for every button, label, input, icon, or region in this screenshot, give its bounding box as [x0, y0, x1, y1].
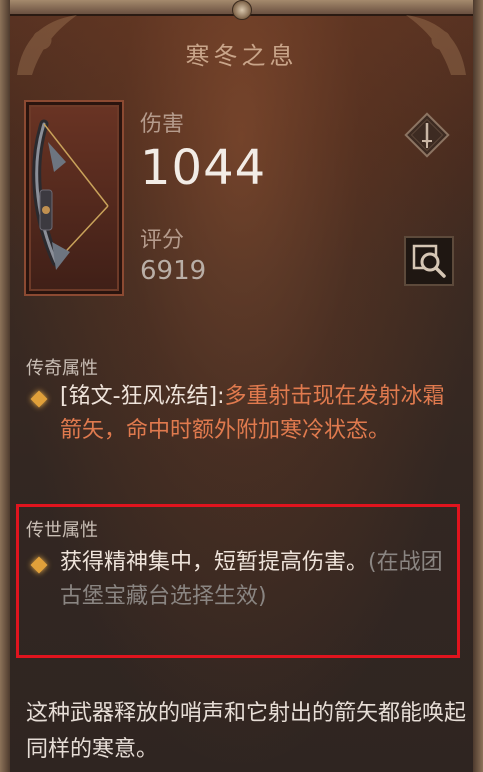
score-label: 评分	[140, 228, 185, 253]
legendary-header: 传奇属性	[26, 358, 98, 379]
heirloom-effect: 获得精神集中，短暂提高伤害。(在战团古堡宝藏台选择生效)	[60, 546, 456, 614]
item-tooltip: 寒冬之息 伤害 1044 评分 6919 传奇属性 [铭文-狂风冻结]:多重射击…	[0, 0, 483, 772]
item-image-frame[interactable]	[24, 100, 124, 296]
heirloom-header: 传世属性	[26, 520, 98, 541]
diamond-bullet-icon	[30, 390, 48, 408]
damage-label: 伤害	[140, 112, 185, 137]
inspect-button[interactable]	[404, 236, 454, 286]
aspect-name: [铭文-狂风冻结]:	[60, 384, 225, 409]
flavor-text: 这种武器释放的哨声和它射出的箭矢都能唤起同样的寒意。	[26, 701, 467, 762]
score-value: 6919	[140, 256, 207, 286]
legendary-effect: [铭文-狂风冻结]:多重射击现在发射冰霜箭矢，命中时额外附加寒冷状态。	[60, 380, 460, 448]
sword-icon[interactable]	[402, 110, 452, 160]
frame-gem-icon	[232, 0, 252, 20]
damage-value: 1044	[140, 140, 267, 196]
item-name: 寒冬之息	[185, 42, 298, 70]
magnifier-icon	[412, 244, 446, 278]
frame-left	[0, 0, 10, 772]
bow-icon	[32, 119, 109, 270]
heirloom-effect-text: 获得精神集中，短暂提高伤害。	[60, 550, 369, 575]
frame-right	[473, 0, 483, 772]
